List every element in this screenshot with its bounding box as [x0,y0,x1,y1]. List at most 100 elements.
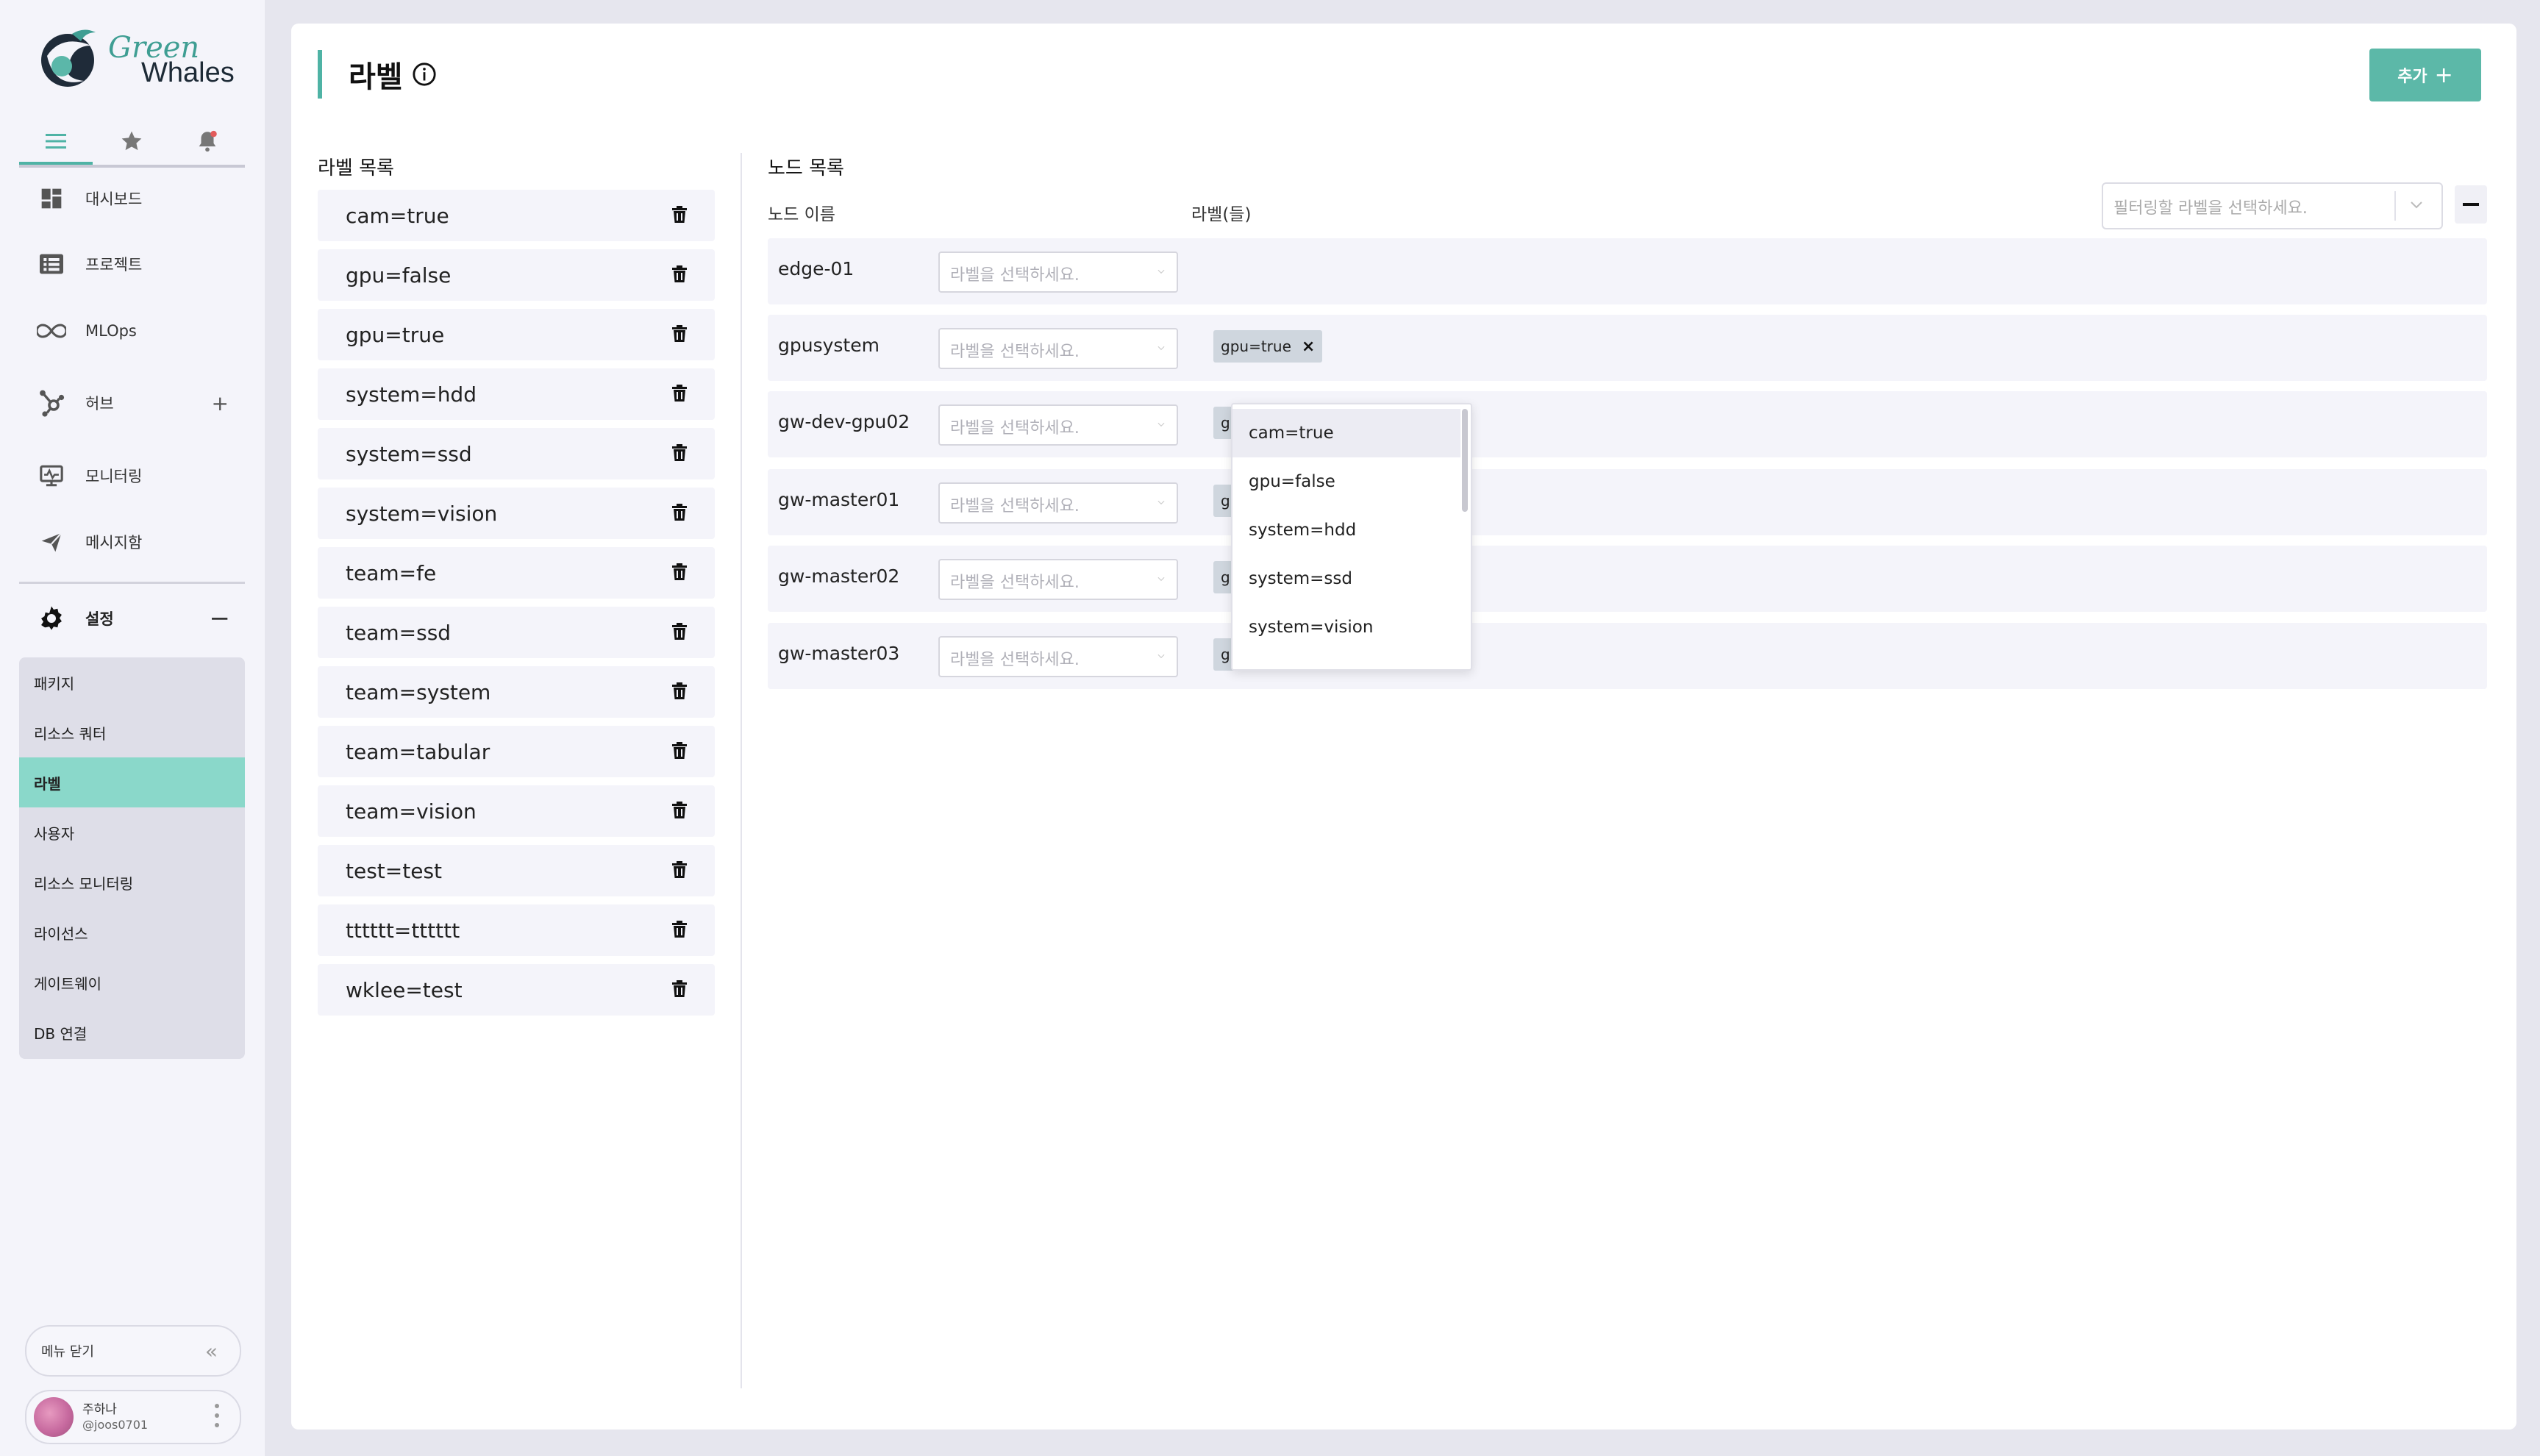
add-label-button[interactable]: 추가 + [2369,49,2481,101]
label-item-text: team=fe [346,560,437,585]
node-label-select[interactable]: 라벨을 선택하세요. [938,251,1178,293]
submenu-item-label[interactable]: 라벨 [19,757,245,807]
label-item[interactable]: gpu=false [318,249,715,301]
trash-icon[interactable] [672,504,687,521]
remove-filter-button[interactable] [2455,185,2487,224]
label-item[interactable]: team=tabular [318,726,715,777]
label-filter-select[interactable]: 필터링할 라벨을 선택하세요. [2102,182,2443,229]
node-name: gw-master03 [778,643,900,664]
trash-icon[interactable] [672,563,687,581]
trash-icon[interactable] [672,742,687,760]
node-name: gpusystem [778,335,880,356]
dropdown-option[interactable]: system=ssd [1232,554,1460,603]
user-profile[interactable]: 주하나 @joos0701 [25,1390,241,1444]
sidebar-divider [19,582,245,584]
sidebar-item-messages[interactable]: 메시지함 [19,516,245,568]
submenu-item-user[interactable]: 사용자 [19,807,245,857]
label-item[interactable]: gpu=true [318,309,715,360]
node-label-select[interactable]: 라벨을 선택하세요. [938,636,1178,677]
tab-notifications[interactable] [171,121,244,162]
label-item-text: system=ssd [346,441,472,466]
trash-icon[interactable] [672,265,687,283]
submenu-item-resource-monitoring[interactable]: 리소스 모니터링 [19,857,245,907]
dropdown-option[interactable]: cam=true [1232,409,1460,457]
add-button-label: 추가 [2397,68,2427,86]
label-item-text: tttttt=tttttt [346,918,460,943]
label-item[interactable]: system=ssd [318,428,715,479]
trash-icon[interactable] [672,980,687,998]
label-select-dropdown[interactable]: cam=true gpu=false system=hdd system=ssd sys… [1231,403,1472,671]
dropdown-option[interactable]: gpu=false [1232,457,1460,506]
chevron-down-icon [1157,422,1165,427]
label-item-text: test=test [346,858,443,883]
trash-icon[interactable] [672,921,687,938]
label-item[interactable]: system=vision [318,488,715,539]
label-item-text: system=vision [346,501,498,526]
sidebar-item-monitoring[interactable]: 모니터링 [19,450,245,502]
settings-collapse-icon[interactable]: − [210,604,231,633]
label-item[interactable]: system=hdd [318,368,715,420]
submenu-item-gateway[interactable]: 게이트웨이 [19,957,245,1007]
more-vertical-icon[interactable] [213,1403,221,1428]
submenu-item-package[interactable]: 패키지 [19,657,245,707]
trash-icon[interactable] [672,444,687,462]
trash-icon[interactable] [672,325,687,343]
dropdown-option[interactable]: system=vision [1232,603,1460,652]
sidebar-item-settings[interactable]: 설정 − [19,593,245,644]
label-item[interactable]: cam=true [318,190,715,241]
label-item-text: team=system [346,679,491,704]
page-title: 라벨 [349,60,403,94]
brand-logo[interactable]: Green Whales [40,26,235,93]
send-icon [41,532,63,552]
menu-icon [46,134,66,149]
chevron-down-icon [1157,500,1165,505]
label-item-text: system=hdd [346,382,477,407]
label-item[interactable]: test=test [318,845,715,896]
label-tag: gpu=true × [1213,330,1323,363]
trash-icon[interactable] [672,623,687,640]
sidebar-item-mlops[interactable]: MLOps [19,305,245,357]
node-list-title: 노드 목록 [768,157,844,179]
sidebar-item-dashboard[interactable]: 대시보드 [19,173,245,224]
label-item-text: team=vision [346,799,477,824]
node-label-select[interactable]: 라벨을 선택하세요. [938,328,1178,369]
node-label-select[interactable]: 라벨을 선택하세요. [938,559,1178,600]
submenu-item-license[interactable]: 라이선스 [19,907,245,957]
node-label-select[interactable]: 라벨을 선택하세요. [938,404,1178,446]
double-chevron-left-icon: « [204,1338,218,1363]
dropdown-option[interactable]: system=hdd [1232,506,1460,554]
label-item[interactable]: team=fe [318,547,715,599]
submenu-item-resource-quota[interactable]: 리소스 쿼터 [19,707,245,757]
node-label-select[interactable]: 라벨을 선택하세요. [938,482,1178,524]
label-item-text: cam=true [346,203,449,228]
tab-menu[interactable] [19,121,93,165]
hub-expand-icon[interactable]: + [212,391,229,415]
select-placeholder: 라벨을 선택하세요. [950,343,1080,361]
trash-icon[interactable] [672,385,687,402]
project-list-icon [40,254,63,274]
sidebar-item-hub[interactable]: 허브 + [19,377,245,429]
sidebar-item-project[interactable]: 프로젝트 [19,238,245,290]
label-item[interactable]: team=vision [318,785,715,837]
remove-tag-icon[interactable]: × [1302,338,1315,356]
trash-icon[interactable] [672,682,687,700]
tab-favorites[interactable] [95,121,168,162]
node-row: gw-master01라벨을 선택하세요.gpu=false×wklee=tes… [768,469,2487,535]
main-panel: 라벨 추가 + 라벨 목록 노드 목록 cam=true gpu=false gpu… [291,24,2516,1430]
sidebar-item-label: 프로젝트 [85,256,143,274]
trash-icon[interactable] [672,802,687,819]
label-item[interactable]: tttttt=tttttt [318,904,715,956]
brand-line2: Whales [141,57,235,88]
info-icon[interactable] [412,62,437,87]
trash-icon[interactable] [672,861,687,879]
trash-icon[interactable] [672,206,687,224]
label-item[interactable]: wklee=test [318,964,715,1016]
label-item[interactable]: team=system [318,666,715,718]
chevron-down-icon [1157,577,1165,582]
select-placeholder: 라벨을 선택하세요. [950,574,1080,592]
node-name: edge-01 [778,258,855,279]
submenu-item-db-connection[interactable]: DB 연결 [19,1007,245,1057]
dropdown-scrollbar[interactable] [1462,409,1468,512]
collapse-menu-button[interactable]: 메뉴 닫기 « [25,1325,241,1377]
label-item[interactable]: team=ssd [318,607,715,658]
